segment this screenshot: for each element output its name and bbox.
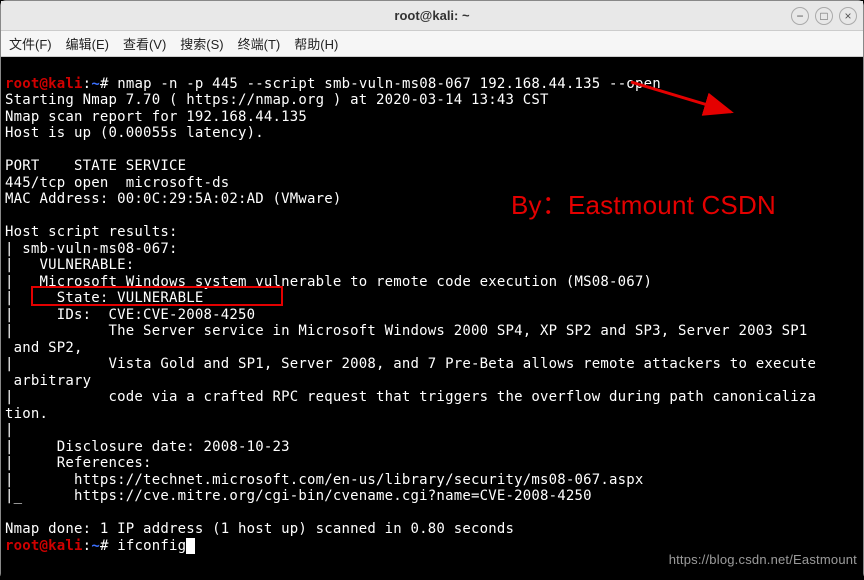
prompt-user: root [5,538,40,554]
prompt-host: kali [48,76,83,92]
output-line: | Vista Gold and SP1, Server 2008, and 7… [5,356,816,372]
author-watermark: By：Eastmount CSDN [511,197,776,214]
output-line: | The Server service in Microsoft Window… [5,323,807,339]
output-line: |_ https://cve.mitre.org/cgi-bin/cvename… [5,488,592,504]
output-line: | Disclosure date: 2008-10-23 [5,439,290,455]
menu-file[interactable]: 文件(F) [9,34,52,53]
titlebar: root@kali: ~ − □ × [1,1,863,31]
close-button[interactable]: × [839,7,857,25]
output-line: | smb-vuln-ms08-067: [5,241,178,257]
menu-edit[interactable]: 编辑(E) [66,34,109,53]
output-line: and SP2, [5,340,83,356]
output-line: PORT STATE SERVICE [5,158,186,174]
output-line: arbitrary [5,373,91,389]
minimize-button[interactable]: − [791,7,809,25]
window-title: root@kali: ~ [394,8,469,23]
output-line: | IDs: CVE:CVE-2008-4250 [5,307,255,323]
prompt-hash: # [100,538,109,554]
menu-search[interactable]: 搜索(S) [180,34,223,53]
prompt-at: @ [40,538,49,554]
command-2: ifconfig [109,538,187,554]
menu-help[interactable]: 帮助(H) [294,34,338,53]
prompt-hash: # [100,76,109,92]
highlight-box-cve [31,286,283,306]
output-line: | VULNERABLE: [5,257,134,273]
output-line: MAC Address: 00:0C:29:5A:02:AD (VMware) [5,191,342,207]
output-line: Nmap done: 1 IP address (1 host up) scan… [5,521,514,537]
source-url-watermark: https://blog.csdn.net/Eastmount [669,552,857,569]
output-line: | https://technet.microsoft.com/en-us/li… [5,472,644,488]
prompt-path: ~ [91,76,100,92]
command-1: nmap -n -p 445 --script smb-vuln-ms08-06… [109,76,661,92]
menubar: 文件(F) 编辑(E) 查看(V) 搜索(S) 终端(T) 帮助(H) [1,31,863,57]
cursor [186,538,195,554]
menu-terminal[interactable]: 终端(T) [238,34,281,53]
output-line: Starting Nmap 7.70 ( https://nmap.org ) … [5,92,549,108]
output-line: tion. [5,406,48,422]
output-line: | [5,422,14,438]
prompt-at: @ [40,76,49,92]
menu-view[interactable]: 查看(V) [123,34,166,53]
prompt-path: ~ [91,538,100,554]
output-line: 445/tcp open microsoft-ds [5,175,229,191]
terminal-content[interactable]: root@kali:~# nmap -n -p 445 --script smb… [1,57,863,580]
window-controls: − □ × [791,7,857,25]
output-line: Host is up (0.00055s latency). [5,125,264,141]
output-line: | code via a crafted RPC request that tr… [5,389,816,405]
output-line: Host script results: [5,224,178,240]
output-line: | References: [5,455,152,471]
prompt-user: root [5,76,40,92]
output-line: Nmap scan report for 192.168.44.135 [5,109,307,125]
maximize-button[interactable]: □ [815,7,833,25]
prompt-host: kali [48,538,83,554]
